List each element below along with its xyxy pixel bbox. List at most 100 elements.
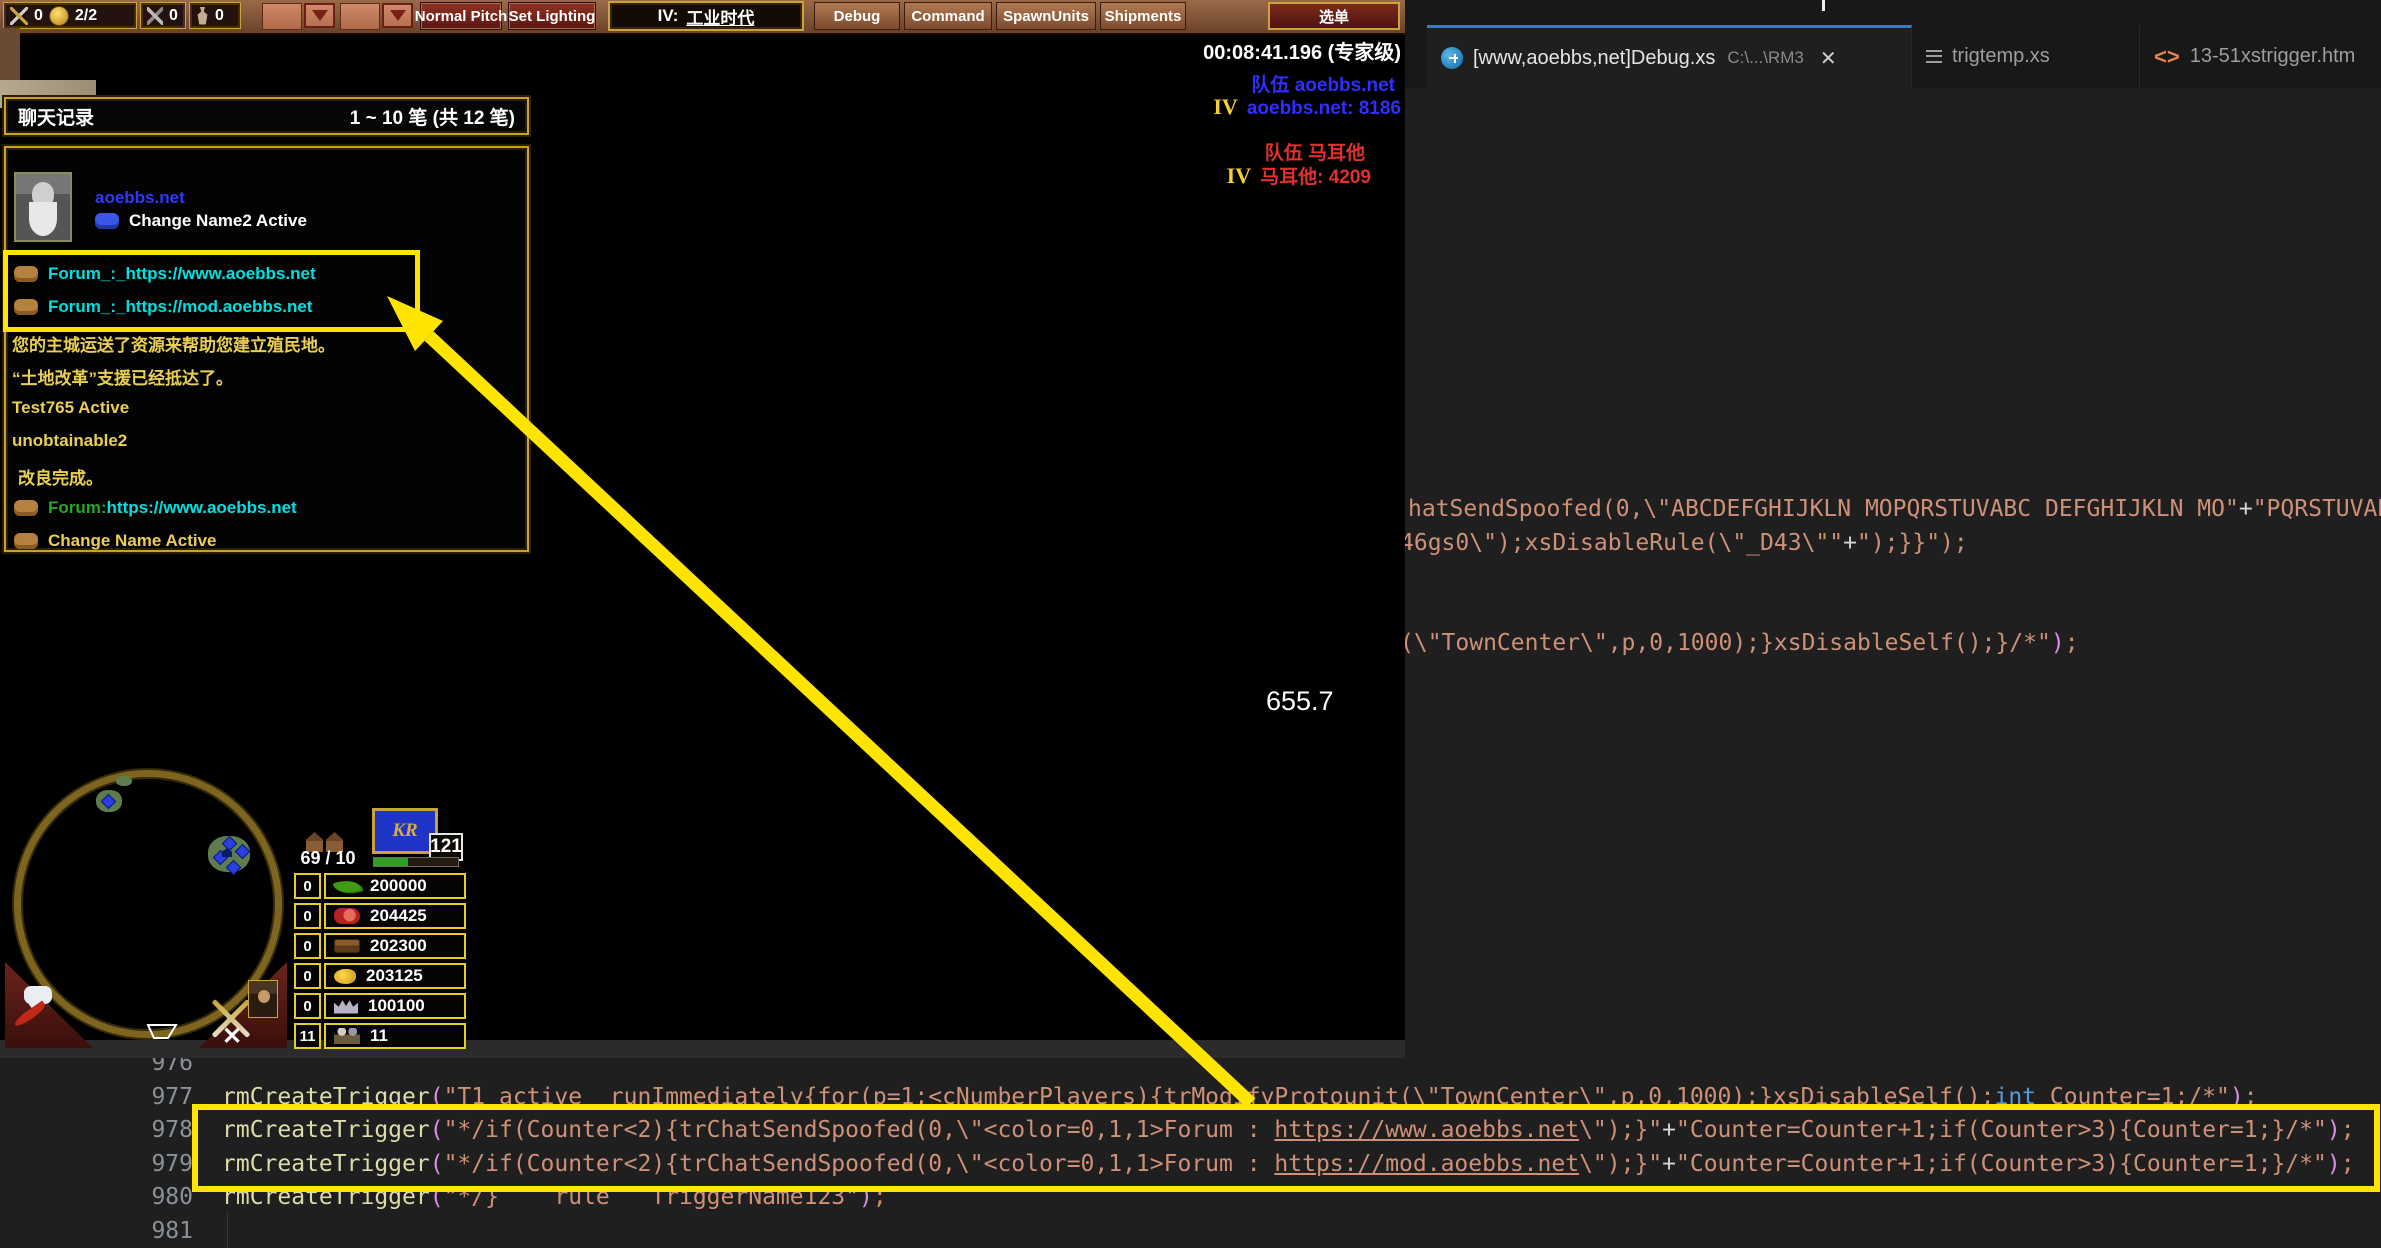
tab-xstrigger-htm[interactable]: 13-51xstrigger.htm xyxy=(2140,25,2381,88)
bubble-blue-icon xyxy=(95,213,119,229)
bubble-tan-icon xyxy=(14,266,38,282)
code-line: 980rmCreateTrigger("*/} rule TriggerName… xyxy=(0,1180,2381,1214)
resource-row: 11 xyxy=(324,1023,466,1049)
crossed-swords-icon xyxy=(147,7,163,25)
chat-text-segment: 改良完成。 xyxy=(18,469,103,488)
line-number: 981 xyxy=(0,1214,193,1248)
chat-text-segment: Forum: xyxy=(48,498,107,517)
debug-toolbar: 0 2/2 0 0 Normal Pitch Set Lighting IV: … xyxy=(0,0,1405,35)
code-fragment: hatSendSpoofed(0,\"ABCDEFGHIJKLN MOPQRST… xyxy=(1408,492,2381,526)
code-token: ; xyxy=(2341,1151,2355,1177)
dropdown-button[interactable] xyxy=(304,3,335,28)
resource-queue-count: 0 xyxy=(294,873,321,899)
code-token: hatSendSpoofed(0,\"ABCDEFGHIJKLN MOPQRST… xyxy=(1408,496,2239,522)
minimap-terrain-patch xyxy=(116,776,132,786)
figure-icon xyxy=(196,7,209,25)
code-line: 977rmCreateTrigger("T1 active runImmedia… xyxy=(0,1080,2381,1114)
tab-path: C:\...\RM3 xyxy=(1727,48,1804,68)
code-token: ( xyxy=(430,1151,444,1177)
team-label: 队伍 aoebbs.net xyxy=(1251,70,1395,97)
resource-row: 204425 xyxy=(324,903,466,929)
game-clock: 00:08:41.196 (专家级) xyxy=(1203,36,1401,65)
command-button[interactable]: Command xyxy=(904,2,992,30)
normal-pitch-button[interactable]: Normal Pitch xyxy=(420,2,502,30)
code-token: ");}}"); xyxy=(1857,530,1968,556)
gold-icon xyxy=(334,969,356,984)
line-number: 977 xyxy=(0,1080,193,1114)
xp-progress-fill xyxy=(374,858,408,866)
tab-trigtemp-xs[interactable]: trigtemp.xs xyxy=(1912,25,2140,88)
code-token: "Counter=Counter+1;if(Counter>3){Counter… xyxy=(1676,1117,2327,1143)
chat-text-segment: aoebbs.net xyxy=(95,188,185,207)
code-link[interactable]: https://mod.aoebbs.net xyxy=(1274,1151,1579,1177)
code-token: "T1 active runImmediately{for(p=1;<cNumb… xyxy=(444,1084,1995,1110)
code-link[interactable]: https://www.aoebbs.net xyxy=(1274,1117,1579,1143)
code-token: ) xyxy=(2051,630,2065,656)
resource-amount: 202300 xyxy=(370,936,427,956)
close-icon[interactable]: ✕ xyxy=(1820,46,1837,71)
chat-text-segment: Test765 Active xyxy=(12,398,129,417)
meat-icon xyxy=(334,908,360,924)
chat-log-title: 聊天记录 xyxy=(18,103,94,130)
menu-button[interactable]: 选单 xyxy=(1268,2,1400,30)
set-lighting-button[interactable]: Set Lighting xyxy=(508,2,596,30)
resource-queue-count: 0 xyxy=(294,933,321,959)
code-token: + xyxy=(1843,530,1857,556)
code-fragment: (\"TownCenter\",p,0,1000);}xsDisableSelf… xyxy=(1400,626,2079,660)
list-icon xyxy=(1926,50,1942,63)
team-score: IV马耳他: 4209 xyxy=(1227,162,1371,189)
chat-text-segment: “土地改革”支援已经抵达了。 xyxy=(12,369,233,388)
spawn-units-button[interactable]: SpawnUnits xyxy=(996,2,1096,30)
code-token: (\"TownCenter\",p,0,1000);}xsDisableSelf… xyxy=(1400,630,2051,656)
counter-group: 0 2/2 xyxy=(3,2,137,29)
population-icon xyxy=(334,1028,360,1044)
bubble-tan-icon xyxy=(14,533,38,549)
bubble-tan-icon xyxy=(14,500,38,516)
chat-log-header: 聊天记录 1 ~ 10 笔 (共 12 笔) xyxy=(4,97,529,135)
counter-value: 2/2 xyxy=(75,7,97,25)
chat-message: 您的主城运送了资源来帮助您建立殖民地。 xyxy=(6,331,527,357)
code-token: ) xyxy=(2327,1151,2341,1177)
chat-pagination: 1 ~ 10 笔 (共 12 笔) xyxy=(350,103,515,130)
code-token: ; xyxy=(873,1184,887,1210)
minimap[interactable] xyxy=(14,770,282,1038)
code-token: rmCreateTrigger xyxy=(222,1184,430,1210)
tab-debug-xs[interactable]: [www,aoebbs,net]Debug.xs C:\...\RM3 ✕ xyxy=(1427,25,1912,88)
color-swatch xyxy=(340,3,380,30)
debug-button[interactable]: Debug xyxy=(814,2,900,30)
code-token: rmCreateTrigger xyxy=(222,1084,430,1110)
resource-queue-count: 11 xyxy=(294,1023,321,1049)
code-token: ; xyxy=(2065,630,2079,656)
chat-link[interactable]: Forum_:_https://www.aoebbs.net xyxy=(48,264,316,283)
score-value: aoebbs.net: 8186 xyxy=(1247,98,1401,119)
chat-toggle-icon[interactable] xyxy=(24,986,52,1004)
code-token: + xyxy=(1662,1117,1676,1143)
tab-title: [www,aoebbs,net]Debug.xs xyxy=(1473,47,1715,70)
chat-link[interactable]: Forum_:_https://mod.aoebbs.net xyxy=(48,297,312,316)
dropdown-button[interactable] xyxy=(382,3,413,28)
chat-body: aoebbs.netChange Name2 ActiveForum_:_htt… xyxy=(4,146,529,552)
shipments-button[interactable]: Shipments xyxy=(1100,2,1186,30)
code-token: ( xyxy=(430,1117,444,1143)
indent-guide xyxy=(227,1212,228,1248)
chat-link[interactable]: https://www.aoebbs.net xyxy=(107,498,297,517)
tab-title: 13-51xstrigger.htm xyxy=(2190,45,2356,68)
code-token: ; xyxy=(2341,1117,2355,1143)
counter-group: 0 xyxy=(189,2,241,29)
counter-value: 0 xyxy=(169,7,178,25)
close-x-icon[interactable]: ✕ xyxy=(222,1022,242,1051)
code-line: 979rmCreateTrigger("*/if(Counter<2){trCh… xyxy=(0,1147,2381,1181)
code-brackets-icon xyxy=(2154,44,2180,70)
chat-message: Test765 Active xyxy=(6,398,527,424)
color-swatch xyxy=(262,3,302,30)
line-number: 980 xyxy=(0,1180,193,1214)
xp-progress-bar xyxy=(373,857,459,867)
code-token: ( xyxy=(430,1184,444,1210)
minimap-view-frustum xyxy=(140,1024,184,1040)
code-token: rmCreateTrigger xyxy=(222,1117,430,1143)
coin-icon xyxy=(49,6,69,26)
unit-portrait[interactable] xyxy=(248,980,278,1018)
food-icon xyxy=(333,877,361,896)
code-line: 978rmCreateTrigger("*/if(Counter<2){trCh… xyxy=(0,1113,2381,1147)
chat-text-segment: Change Name Active xyxy=(48,531,216,550)
